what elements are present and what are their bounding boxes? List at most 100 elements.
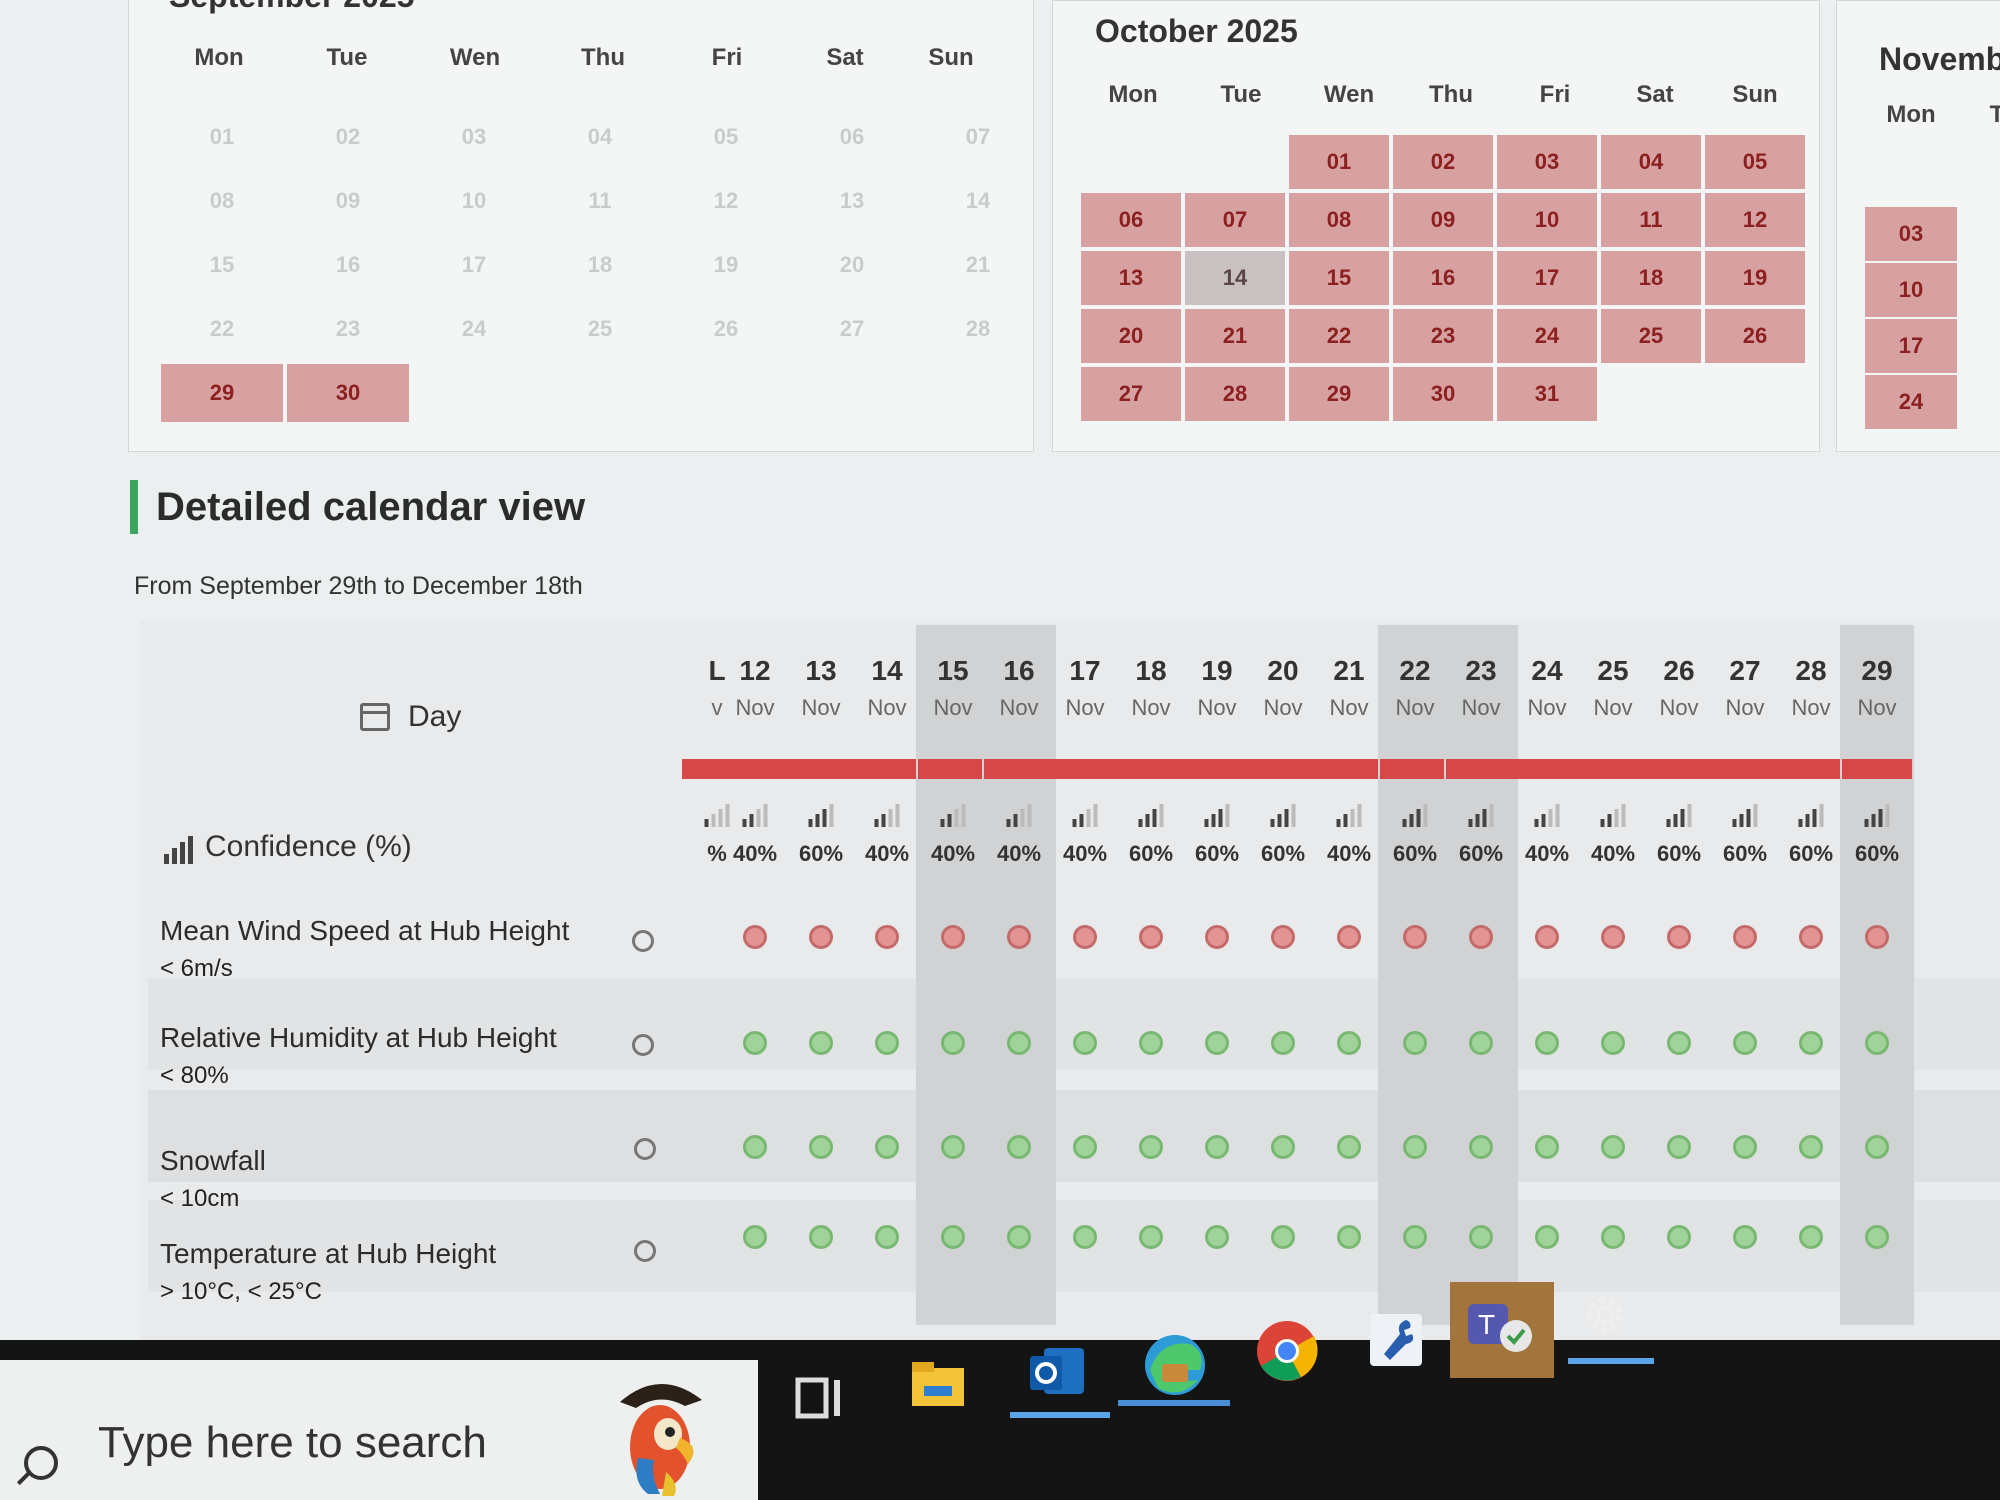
task-view-icon[interactable] [790,1370,850,1430]
calendar-day[interactable]: 24 [1497,309,1597,363]
day-column[interactable]: 18 Nov 60% [1114,625,1188,1325]
settings-gear-icon[interactable] [1580,1290,1630,1340]
status-dot-fail[interactable] [1073,925,1097,949]
sun-icon[interactable] [634,1138,656,1160]
calendar-day[interactable]: 05 [665,108,787,166]
calendar-day[interactable]: 01 [161,108,283,166]
day-column[interactable]: 27 Nov 60% [1708,625,1782,1325]
status-dot-pass[interactable] [1865,1031,1889,1055]
calendar-day[interactable]: 09 [287,172,409,230]
calendar-day[interactable]: 26 [1705,309,1805,363]
sun-icon[interactable] [632,1034,654,1056]
calendar-day[interactable]: 30 [1393,367,1493,421]
calendar-day[interactable]: 12 [665,172,787,230]
calendar-day[interactable]: 24 [413,300,535,358]
status-dot-pass[interactable] [1337,1225,1361,1249]
status-dot-pass[interactable] [1733,1135,1757,1159]
status-dot-pass[interactable] [1535,1225,1559,1249]
calendar-day[interactable]: 16 [287,236,409,294]
calendar-day[interactable]: 08 [161,172,283,230]
status-dot-pass[interactable] [1733,1225,1757,1249]
status-dot-pass[interactable] [1271,1135,1295,1159]
calendar-day[interactable]: 18 [539,236,661,294]
status-dot-pass[interactable] [1073,1031,1097,1055]
status-dot-pass[interactable] [1469,1225,1493,1249]
day-column[interactable]: 12 Nov 40% [718,625,792,1325]
status-dot-pass[interactable] [809,1135,833,1159]
calendar-day[interactable]: 23 [287,300,409,358]
calendar-day[interactable]: 19 [665,236,787,294]
day-column[interactable]: 13 Nov 60% [784,625,858,1325]
status-dot-fail[interactable] [875,925,899,949]
status-dot-pass[interactable] [1601,1135,1625,1159]
status-dot-pass[interactable] [1865,1225,1889,1249]
day-column[interactable]: 22 Nov 60% [1378,625,1452,1325]
status-dot-fail[interactable] [1271,925,1295,949]
status-dot-pass[interactable] [1601,1031,1625,1055]
status-dot-pass[interactable] [1139,1225,1163,1249]
calendar-day[interactable]: 28 [1185,367,1285,421]
calendar-day[interactable]: 29 [1289,367,1389,421]
chrome-icon[interactable] [1254,1318,1320,1384]
calendar-day[interactable]: 14 [917,172,1039,230]
calendar-day[interactable]: 20 [791,236,913,294]
status-dot-pass[interactable] [1799,1225,1823,1249]
status-dot-pass[interactable] [743,1225,767,1249]
day-column[interactable]: 24 Nov 40% [1510,625,1584,1325]
status-dot-pass[interactable] [941,1031,965,1055]
status-dot-pass[interactable] [875,1225,899,1249]
status-dot-pass[interactable] [1403,1135,1427,1159]
calendar-day[interactable]: 21 [1185,309,1285,363]
calendar-day[interactable]: 15 [161,236,283,294]
calendar-day[interactable]: 31 [1497,367,1597,421]
status-dot-fail[interactable] [1733,925,1757,949]
status-dot-fail[interactable] [941,925,965,949]
calendar-day[interactable]: 10 [1497,193,1597,247]
day-column[interactable]: 14 Nov 40% [850,625,924,1325]
day-column[interactable]: 23 Nov 60% [1444,625,1518,1325]
calendar-day[interactable]: 22 [161,300,283,358]
calendar-day[interactable]: 09 [1393,193,1493,247]
calendar-day[interactable]: 20 [1081,309,1181,363]
status-dot-fail[interactable] [1139,925,1163,949]
status-dot-fail[interactable] [1007,925,1031,949]
calendar-day[interactable]: 10 [413,172,535,230]
status-dot-pass[interactable] [1667,1225,1691,1249]
calendar-day[interactable]: 27 [1081,367,1181,421]
day-column[interactable]: 15 Nov 40% [916,625,990,1325]
calendar-day[interactable]: 01 [1289,135,1389,189]
calendar-day[interactable]: 02 [1393,135,1493,189]
day-column[interactable]: 16 Nov 40% [982,625,1056,1325]
day-column[interactable]: 17 Nov 40% [1048,625,1122,1325]
day-column[interactable]: 28 Nov 60% [1774,625,1848,1325]
status-dot-pass[interactable] [1469,1031,1493,1055]
day-column[interactable]: 20 Nov 60% [1246,625,1320,1325]
calendar-day[interactable]: 11 [1601,193,1701,247]
status-dot-fail[interactable] [743,925,767,949]
calendar-day[interactable]: 03 [413,108,535,166]
status-dot-pass[interactable] [1667,1135,1691,1159]
calendar-day[interactable]: 13 [791,172,913,230]
calendar-day[interactable]: 05 [1705,135,1805,189]
calendar-day[interactable]: 15 [1289,251,1389,305]
status-dot-pass[interactable] [1799,1031,1823,1055]
status-dot-pass[interactable] [1403,1225,1427,1249]
status-dot-pass[interactable] [1271,1031,1295,1055]
status-dot-pass[interactable] [1535,1031,1559,1055]
calendar-day[interactable]: 08 [1289,193,1389,247]
status-dot-pass[interactable] [1667,1031,1691,1055]
status-dot-fail[interactable] [1799,925,1823,949]
status-dot-pass[interactable] [1205,1135,1229,1159]
day-column[interactable]: 25 Nov 40% [1576,625,1650,1325]
status-dot-pass[interactable] [809,1031,833,1055]
status-dot-pass[interactable] [1601,1225,1625,1249]
calendar-day[interactable]: 28 [917,300,1039,358]
status-dot-pass[interactable] [1007,1031,1031,1055]
calendar-day[interactable]: 25 [539,300,661,358]
calendar-day[interactable]: 29 [161,364,283,422]
status-dot-pass[interactable] [941,1135,965,1159]
status-dot-pass[interactable] [1337,1135,1361,1159]
status-dot-pass[interactable] [1007,1135,1031,1159]
calendar-day[interactable]: 13 [1081,251,1181,305]
status-dot-pass[interactable] [1073,1225,1097,1249]
